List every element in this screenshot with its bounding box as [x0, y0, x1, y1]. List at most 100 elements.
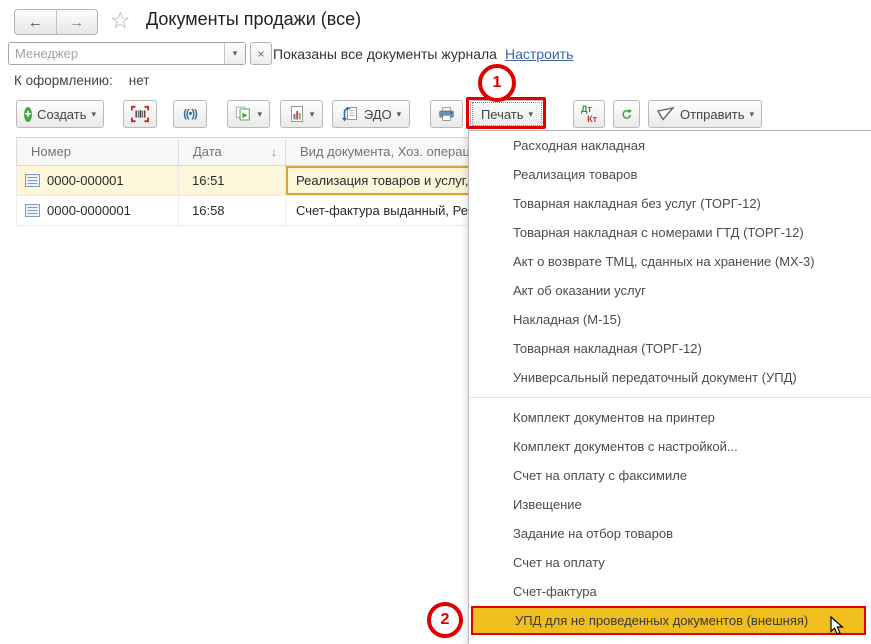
printer-icon	[439, 106, 454, 121]
menu-item-upd[interactable]: Универсальный передаточный документ (УПД…	[469, 363, 871, 392]
dt-kt-icon: Дт Кт	[581, 104, 597, 124]
menu-separator	[469, 397, 871, 398]
copy-document-button[interactable]: ▾	[227, 100, 270, 128]
menu-item-torg12-gtd[interactable]: Товарная накладная с номерами ГТД (ТОРГ-…	[469, 218, 871, 247]
menu-item-schet-faktura[interactable]: Счет-фактура	[469, 577, 871, 606]
chevron-down-icon: ▾	[232, 48, 238, 58]
print-dropdown-menu: Расходная накладная Реализация товаров Т…	[468, 130, 871, 644]
menu-item-realizatsiya[interactable]: Реализация товаров	[469, 160, 871, 189]
dt-kt-postings-button[interactable]: Дт Кт	[573, 100, 605, 128]
document-time: 16:51	[192, 173, 225, 188]
send-icon	[656, 106, 675, 121]
to-process-label: К оформлению:	[14, 73, 113, 88]
menu-item-mx3[interactable]: Акт о возврате ТМЦ, сданных на хранение …	[469, 247, 871, 276]
menu-item-rashodnaya[interactable]: Расходная накладная	[469, 131, 871, 160]
document-number: 0000-0000001	[47, 203, 131, 218]
document-type: Реализация товаров и услуг,	[296, 173, 469, 188]
manager-filter-input[interactable]	[9, 43, 224, 64]
quick-print-button[interactable]	[430, 100, 463, 128]
document-icon	[25, 204, 40, 217]
menu-item-label: УПД для не проведенных документов (внешн…	[515, 613, 809, 628]
app-window: ← → ☆ Документы продажи (все) ▾ × Показа…	[0, 0, 871, 644]
menu-item-label: Товарная накладная (ТОРГ-12)	[513, 341, 702, 356]
menu-item-komplekt-printer[interactable]: Комплект документов на принтер	[469, 403, 871, 432]
annotation-step-1: 1	[478, 64, 516, 102]
create-button-label: Создать	[37, 106, 87, 122]
close-icon: ×	[257, 46, 265, 61]
menu-item-torg12[interactable]: Товарная накладная (ТОРГ-12)	[469, 334, 871, 363]
edo-exchange-icon	[341, 107, 357, 122]
menu-item-label: Счет-фактура	[513, 584, 597, 599]
sort-descending-icon: ↓	[271, 144, 277, 159]
send-button-label: Отправить	[680, 106, 745, 122]
menu-item-label: Счет на оплату с факсимиле	[513, 468, 688, 483]
menu-item-label: Акт об оказании услуг	[513, 283, 646, 298]
refresh-icon	[622, 108, 632, 119]
manager-filter-dropdown-button[interactable]: ▾	[224, 43, 245, 64]
column-header-number[interactable]: Номер	[17, 138, 179, 165]
annotation-step-2-number: 2	[440, 611, 450, 628]
nav-history-group: ← →	[14, 9, 98, 35]
chevron-down-icon: ▾	[528, 108, 534, 119]
star-glyph: ☆	[110, 7, 131, 33]
favorite-star-icon[interactable]: ☆	[110, 7, 131, 34]
menu-item-label: Реализация товаров	[513, 167, 638, 182]
menu-item-schet-faksimile[interactable]: Счет на оплату с факсимиле	[469, 461, 871, 490]
annotation-step-1-number: 1	[492, 74, 502, 91]
menu-item-izveshchenie[interactable]: Извещение	[469, 490, 871, 519]
print-button[interactable]: Печать ▾	[470, 100, 544, 128]
menu-item-label: Товарная накладная без услуг (ТОРГ-12)	[513, 196, 761, 211]
create-button[interactable]: + Создать ▾	[16, 100, 104, 128]
document-chart-icon	[290, 106, 303, 122]
refresh-button[interactable]	[613, 100, 640, 128]
chevron-down-icon: ▾	[749, 108, 754, 119]
kt-label: Кт	[587, 114, 597, 124]
menu-item-upd-neprovedennye-highlighted[interactable]: УПД для не проведенных документов (внешн…	[471, 606, 866, 635]
print-button-label: Печать	[480, 106, 524, 122]
manager-filter-clear-button[interactable]: ×	[250, 42, 272, 65]
barcode-scan-button[interactable]	[123, 100, 157, 128]
chevron-down-icon: ▾	[309, 108, 315, 119]
menu-item-akt-uslug[interactable]: Акт об оказании услуг	[469, 276, 871, 305]
cell-time[interactable]: 16:51	[179, 166, 286, 195]
journal-status-row: Показаны все документы журнала Настроить	[273, 46, 573, 62]
menu-item-label: Расходная накладная	[513, 138, 646, 153]
chevron-down-icon: ▾	[257, 108, 262, 119]
set-date-interval-button[interactable]: ((•))	[173, 100, 207, 128]
menu-item-label: Универсальный передаточный документ (УПД…	[513, 370, 797, 385]
menu-item-label: Счет на оплату	[513, 555, 605, 570]
forward-button[interactable]: →	[55, 10, 98, 34]
cell-number[interactable]: 0000-000001	[17, 166, 179, 195]
menu-item-komplekt-nastroyka[interactable]: Комплект документов с настройкой...	[469, 432, 871, 461]
back-button[interactable]: ←	[15, 10, 56, 34]
date-interval-icon: ((•))	[183, 108, 197, 120]
menu-item-label: Комплект документов с настройкой...	[513, 439, 738, 454]
menu-item-schet-na-oplatu[interactable]: Счет на оплату	[469, 548, 871, 577]
menu-item-m15[interactable]: Накладная (М-15)	[469, 305, 871, 334]
column-header-label: Номер	[31, 144, 72, 159]
edo-button[interactable]: ЭДО ▾	[332, 100, 410, 128]
page-title: Документы продажи (все)	[146, 9, 362, 29]
column-header-date[interactable]: Дата ↓	[179, 138, 286, 165]
menu-item-zadanie-otbor[interactable]: Задание на отбор товаров	[469, 519, 871, 548]
to-process-value[interactable]: нет	[129, 73, 150, 88]
column-header-label: Вид документа, Хоз. операци	[300, 144, 478, 159]
configure-link[interactable]: Настроить	[505, 46, 573, 62]
barcode-icon	[131, 105, 149, 123]
chevron-down-icon: ▾	[91, 108, 96, 119]
annotation-step-2: 2	[427, 602, 463, 638]
cell-time[interactable]: 16:58	[179, 196, 286, 225]
document-type: Счет-фактура выданный, Реа	[296, 203, 476, 218]
reports-button[interactable]: ▾	[280, 100, 323, 128]
copy-document-icon	[235, 106, 250, 121]
back-icon: ←	[27, 13, 43, 31]
forward-icon: →	[69, 13, 85, 31]
menu-item-torg12-bez-uslug[interactable]: Товарная накладная без услуг (ТОРГ-12)	[469, 189, 871, 218]
menu-item-label: Извещение	[513, 497, 582, 512]
send-button[interactable]: Отправить ▾	[648, 100, 762, 128]
plus-icon: +	[24, 106, 33, 122]
document-icon	[25, 174, 40, 187]
manager-filter-combo: ▾	[8, 42, 246, 65]
cell-number[interactable]: 0000-0000001	[17, 196, 179, 225]
chevron-down-icon: ▾	[396, 108, 402, 119]
